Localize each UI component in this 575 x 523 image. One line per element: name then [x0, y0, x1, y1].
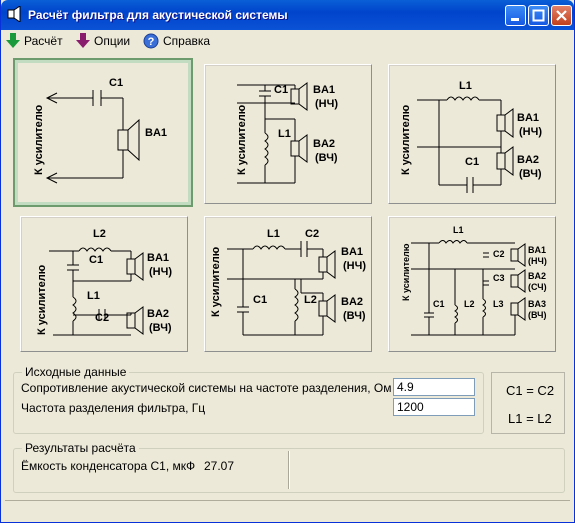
nch-label: (НЧ)	[528, 256, 547, 266]
l2-label: L2	[464, 299, 475, 309]
scheme-1-diagram: К усилителю C1 BA1	[33, 77, 167, 184]
help-icon: ?	[143, 33, 159, 49]
vch-label: (ВЧ)	[315, 152, 338, 164]
main-window: Расчёт фильтра для акустической системы …	[0, 0, 575, 523]
vch-label: (ВЧ)	[528, 310, 546, 320]
nch-label: (НЧ)	[343, 260, 366, 272]
ba1-label: BA1	[147, 252, 169, 264]
amp-label: К усилителю	[36, 265, 48, 335]
equalities-box: C1 = C2 L1 = L2	[491, 372, 565, 434]
input-data-group: Исходные данные Сопротивление акустическ…	[13, 365, 484, 434]
ba1-label: BA1	[313, 84, 335, 96]
l2-label: L2	[93, 228, 106, 240]
scheme-3-diagram: К усилителю L1 C1 BA1 (НЧ) BA2 (ВЧ)	[400, 80, 542, 193]
c1-label: C1	[253, 294, 267, 306]
window-title: Расчёт фильтра для акустической системы	[28, 8, 288, 22]
amp-label: К усилителю	[401, 243, 411, 301]
ba2-label: BA2	[341, 296, 363, 308]
scheme-button-6[interactable]: К усилителю L1 C2 C3 C1 L2 L3 BA1 (НЧ) B…	[388, 216, 556, 352]
minimize-button[interactable]	[505, 5, 526, 26]
scheme-button-4[interactable]: К усилителю L2 C1 L1 C2 BA1 (НЧ) BA2 (ВЧ…	[20, 216, 188, 352]
results-group: Результаты расчёта Ёмкость конденсатора …	[13, 441, 565, 493]
nch-label: (НЧ)	[149, 266, 172, 278]
c1-label: C1	[109, 77, 123, 89]
menu-help[interactable]: ? Справка	[143, 32, 210, 50]
scheme-5-diagram: К усилителю L1 C2 C1 L2 BA1 (НЧ) BA2 (ВЧ…	[210, 228, 366, 336]
l1-label: L1	[267, 228, 280, 240]
scheme-button-1[interactable]: К усилителю C1 BA1	[13, 58, 193, 207]
nch-label: (НЧ)	[315, 98, 338, 110]
l1-label: L1	[87, 290, 100, 302]
input-data-title: Исходные данные	[22, 365, 130, 379]
frequency-label: Частота разделения фильтра, Гц	[21, 401, 206, 415]
scheme-button-2[interactable]: К усилителю C1 L1 BA1 (НЧ) BA2 (ВЧ)	[204, 64, 372, 204]
frequency-input[interactable]	[393, 398, 475, 416]
scheme-button-3[interactable]: К усилителю L1 C1 BA1 (НЧ) BA2 (ВЧ)	[388, 64, 556, 204]
c1-label: C1	[465, 156, 479, 168]
scheme-button-5[interactable]: К усилителю L1 C2 C1 L2 BA1 (НЧ) BA2 (ВЧ…	[204, 216, 372, 352]
c2-label: C2	[305, 228, 319, 240]
svg-text:?: ?	[148, 36, 155, 48]
capacitance-label: Ёмкость конденсатора C1, мкФ	[21, 459, 196, 473]
purple-arrow-down-icon	[76, 33, 90, 48]
c1-label: C1	[433, 299, 445, 309]
maximize-icon	[532, 9, 545, 22]
green-arrow-down-icon	[6, 33, 20, 48]
ba1-label: BA1	[517, 112, 539, 124]
status-bar	[5, 500, 570, 518]
resistance-input[interactable]	[393, 378, 475, 396]
menu-options-label: Опции	[94, 34, 131, 48]
inductor-equality: L1 = L2	[508, 411, 552, 426]
scheme-4-diagram: К усилителю L2 C1 L1 C2 BA1 (НЧ) BA2 (ВЧ…	[36, 228, 172, 336]
menu-calculate-label: Расчёт	[24, 34, 63, 48]
l1-label: L1	[459, 80, 472, 92]
c1-label: C1	[89, 254, 103, 266]
c3-label: C3	[493, 273, 505, 283]
ba3-label: BA3	[528, 299, 546, 309]
l1-label: L1	[278, 128, 291, 140]
c2-label: C2	[95, 312, 109, 324]
ba2-label: BA2	[313, 138, 335, 150]
speaker-icon	[7, 6, 21, 22]
menu-options[interactable]: Опции	[76, 32, 130, 50]
vch-label: (ВЧ)	[343, 310, 366, 322]
resistance-label: Сопротивление акустической системы на ча…	[21, 381, 392, 395]
menu-calculate[interactable]: Расчёт	[6, 32, 63, 50]
title-bar[interactable]: Расчёт фильтра для акустической системы	[1, 0, 574, 30]
ba2-label: BA2	[147, 308, 169, 320]
close-button[interactable]	[551, 5, 572, 26]
nch-label: (НЧ)	[519, 126, 542, 138]
l3-label: L3	[493, 299, 504, 309]
capacitance-value: 27.07	[204, 459, 235, 473]
ba1-label: BA1	[528, 245, 546, 255]
results-title: Результаты расчёта	[22, 441, 139, 455]
l2-label: L2	[304, 294, 317, 306]
amp-label: К усилителю	[210, 247, 222, 317]
maximize-button[interactable]	[528, 5, 549, 26]
results-divider	[288, 451, 290, 489]
menu-help-label: Справка	[163, 34, 211, 48]
c2-label: C2	[493, 249, 505, 259]
sch-label: (СЧ)	[528, 282, 547, 292]
scheme-6-diagram: К усилителю L1 C2 C3 C1 L2 L3 BA1 (НЧ) B…	[401, 225, 547, 336]
menu-bar: Расчёт Опции ? Справка	[1, 30, 574, 50]
ba1-label: BA1	[341, 246, 363, 258]
amp-label: К усилителю	[236, 105, 248, 175]
ba2-label: BA2	[528, 271, 546, 281]
vch-label: (ВЧ)	[519, 168, 542, 180]
ba1-label: BA1	[145, 127, 167, 139]
minimize-icon	[511, 18, 519, 21]
capacitor-equality: C1 = C2	[506, 383, 555, 398]
l1-label: L1	[453, 225, 464, 235]
scheme-2-diagram: К усилителю C1 L1 BA1 (НЧ) BA2 (ВЧ)	[236, 82, 338, 184]
amp-label: К усилителю	[33, 105, 45, 175]
amp-label: К усилителю	[400, 105, 412, 175]
close-icon	[556, 10, 567, 21]
ba2-label: BA2	[517, 154, 539, 166]
c1-label: C1	[274, 84, 288, 96]
vch-label: (ВЧ)	[149, 322, 172, 334]
